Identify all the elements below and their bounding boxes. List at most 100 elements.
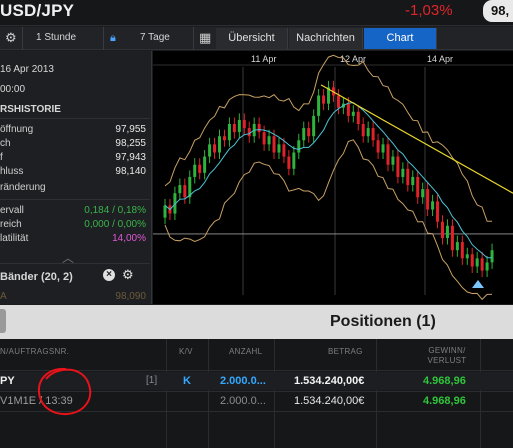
gear-icon[interactable]: ⚙ — [122, 267, 134, 283]
instrument-header: USD/JPY -1,03% 98, — [0, 0, 513, 26]
candle — [292, 152, 296, 169]
candle — [490, 250, 494, 263]
instrument-name: USD/JPY — [0, 1, 75, 20]
candle — [242, 119, 246, 129]
candle — [267, 136, 271, 145]
candle — [460, 242, 464, 259]
gear-icon[interactable]: ⚙ — [5, 30, 17, 46]
range-select[interactable]: 7 Tage — [140, 32, 170, 43]
candle — [431, 201, 435, 210]
stat-volatility: latilität 14,00% — [0, 233, 146, 244]
candle — [297, 140, 301, 153]
candle — [376, 140, 380, 153]
tab-uebersicht[interactable]: Übersicht — [216, 28, 288, 49]
candle — [198, 164, 202, 173]
divider — [0, 199, 150, 200]
candle — [247, 128, 251, 137]
x-tick-label: 14 Apr — [427, 54, 453, 64]
stat-interval: ervall 0,184 / 0,18% — [0, 205, 146, 216]
candle — [440, 221, 444, 238]
collapse-handle[interactable] — [0, 309, 6, 333]
price-button[interactable]: 98, — [483, 0, 513, 22]
candle — [302, 128, 306, 141]
candle — [465, 254, 469, 259]
candle — [366, 128, 370, 137]
col-header-order[interactable]: N/AUFTRAGSNR. — [0, 347, 69, 356]
candle — [480, 258, 484, 271]
candle — [356, 111, 360, 124]
stat-change: ränderung — [0, 182, 46, 193]
tab-chart[interactable]: Chart — [364, 28, 437, 49]
change-percent: -1,03% — [405, 2, 453, 19]
stat-open: öffnung 97,955 — [0, 124, 146, 135]
stat-low: f 97,943 — [0, 152, 146, 163]
candle — [232, 124, 236, 133]
candle — [406, 168, 410, 186]
candlestick-chart: 11 Apr 12 Apr 14 Apr — [153, 54, 513, 301]
candle — [178, 185, 182, 194]
candle — [237, 119, 241, 133]
candle — [351, 111, 355, 116]
divider — [0, 263, 150, 264]
candle — [445, 225, 449, 238]
date-label: 16 Apr 2013 — [0, 64, 54, 75]
candle — [307, 128, 311, 137]
candle — [475, 258, 479, 267]
col-header-amount[interactable]: ANZAHL — [229, 347, 262, 356]
candle — [386, 144, 390, 165]
col-header-value[interactable]: BETRAG — [328, 347, 363, 356]
candle — [312, 115, 316, 137]
candle — [222, 136, 226, 141]
positions-header: Positionen (1) — [0, 305, 513, 339]
stat-high: ch 98,255 — [0, 138, 146, 149]
annotation-circle — [37, 367, 92, 416]
candle — [416, 176, 420, 198]
candle — [485, 262, 489, 271]
divider — [22, 27, 23, 50]
candle — [227, 124, 231, 141]
indicator-name: Bänder (20, 2) — [0, 271, 73, 283]
candle — [371, 128, 375, 141]
candle — [336, 95, 340, 108]
candle — [163, 205, 167, 218]
divider — [193, 27, 194, 50]
candle — [401, 168, 405, 177]
close-icon[interactable]: × — [103, 269, 115, 281]
candle — [282, 144, 286, 157]
lock-icon[interactable]: 🔒︎ — [110, 32, 116, 45]
candle — [287, 156, 291, 169]
time-label: 00:00 — [0, 84, 26, 95]
candle — [208, 144, 212, 157]
candle — [411, 176, 415, 186]
tab-nachrichten[interactable]: Nachrichten — [289, 28, 363, 49]
col-header-kv[interactable]: K/V — [179, 347, 193, 356]
price-chart[interactable]: 11 Apr 12 Apr 14 Apr — [153, 51, 513, 304]
candle — [436, 201, 440, 222]
candle — [193, 164, 197, 177]
position-marker-icon — [472, 280, 484, 288]
candle — [470, 254, 474, 267]
candle — [277, 144, 281, 153]
interval-select[interactable]: 1 Stunde — [36, 32, 76, 43]
info-panel: 16 Apr 2013 00:00 RSHISTORIE öffnung 97,9… — [0, 51, 152, 304]
candle — [346, 103, 350, 116]
candle — [455, 242, 459, 251]
candle — [183, 185, 187, 198]
candle — [218, 136, 222, 153]
candle — [272, 136, 276, 153]
candle — [322, 95, 326, 104]
candle — [396, 156, 400, 177]
candle — [391, 156, 395, 165]
chart-toolbar: ⚙ 1 Stunde 🔒︎ 7 Tage ▦ Übersicht Nachric… — [0, 27, 513, 50]
candle — [421, 189, 425, 198]
bollinger-upper — [164, 54, 492, 222]
x-tick-label: 11 Apr — [251, 54, 276, 64]
calendar-icon[interactable]: ▦ — [199, 30, 211, 46]
candle — [426, 189, 430, 210]
history-header: RSHISTORIE — [0, 104, 61, 115]
candle — [262, 132, 266, 145]
candle — [317, 95, 321, 116]
divider — [103, 27, 104, 50]
candle — [361, 124, 365, 137]
col-header-pl[interactable]: GEWINN/ VERLUST — [422, 346, 472, 366]
